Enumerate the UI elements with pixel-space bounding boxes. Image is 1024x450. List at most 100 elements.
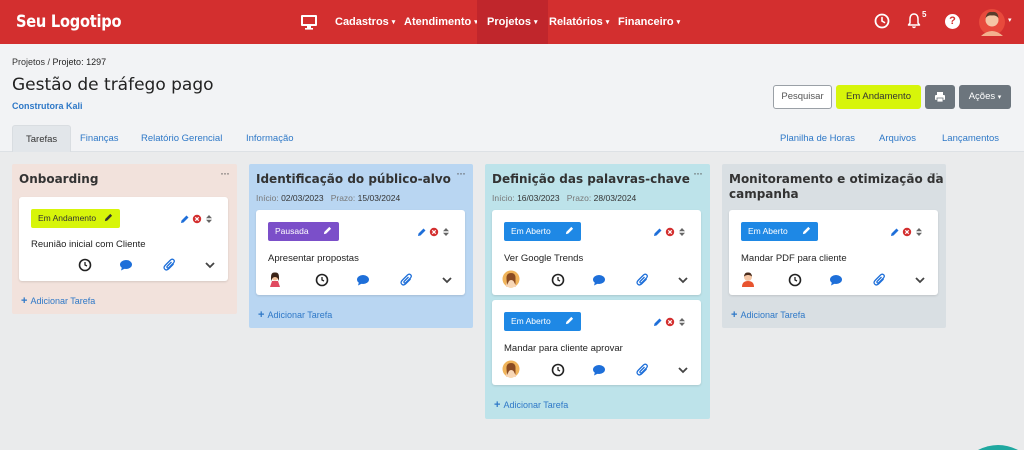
bell-icon[interactable] xyxy=(906,12,922,30)
clock-icon[interactable] xyxy=(551,273,565,287)
card-icon-row xyxy=(492,360,701,381)
edit-icon xyxy=(418,228,426,236)
kanban-board: Onboarding ··· Em Andamento Reunião inic… xyxy=(0,152,1024,450)
clock-icon[interactable] xyxy=(315,273,329,287)
task-card[interactable]: Em Aberto Mandar PDF para cliente xyxy=(729,210,938,295)
tab-lancamentos[interactable]: Lançamentos xyxy=(942,125,999,152)
column-menu-icon[interactable]: ··· xyxy=(693,166,703,180)
card-actions[interactable] xyxy=(890,227,924,237)
status-badge[interactable]: Em Andamento xyxy=(31,209,121,228)
sort-icon xyxy=(443,228,449,236)
breadcrumb-projetos[interactable]: Projetos xyxy=(12,57,45,67)
pencil-icon xyxy=(565,316,573,325)
status-badge[interactable]: Pausada xyxy=(268,222,339,241)
task-card[interactable]: Em Aberto Ver Google Trends xyxy=(492,210,701,295)
add-task-button[interactable]: + Adicionar Tarefa xyxy=(21,295,95,307)
tab-tarefas[interactable]: Tarefas xyxy=(12,125,72,152)
client-link[interactable]: Construtora Kali xyxy=(12,101,83,111)
chevron-down-icon[interactable] xyxy=(203,258,217,272)
tab-arquivos[interactable]: Arquivos xyxy=(879,125,916,152)
nav-projetos[interactable]: Projetos ▾ xyxy=(477,0,548,44)
assignee-avatar[interactable] xyxy=(502,270,520,288)
user-avatar[interactable] xyxy=(978,6,1006,38)
pencil-icon xyxy=(802,226,810,235)
assignee-avatar[interactable] xyxy=(739,270,757,288)
column-dates: Início: 16/03/2023 Prazo: 28/03/2024 xyxy=(492,193,637,203)
sort-icon xyxy=(916,228,922,236)
print-button[interactable] xyxy=(925,85,955,109)
paperclip-icon[interactable] xyxy=(163,258,177,272)
comment-icon[interactable] xyxy=(829,273,843,287)
task-name[interactable]: Apresentar propostas xyxy=(268,253,359,264)
task-name[interactable]: Ver Google Trends xyxy=(504,253,583,264)
notification-count: 5 xyxy=(922,10,927,19)
task-card[interactable]: Em Aberto Mandar para cliente aprovar xyxy=(492,300,701,385)
project-status-button[interactable]: Em Andamento xyxy=(836,85,921,109)
edit-icon xyxy=(891,228,899,236)
assignee-avatar[interactable] xyxy=(502,360,520,378)
paperclip-icon[interactable] xyxy=(873,273,887,287)
pencil-icon xyxy=(323,226,331,235)
chevron-down-icon[interactable] xyxy=(676,273,690,287)
column-menu-icon[interactable]: ··· xyxy=(929,166,939,180)
sort-icon xyxy=(679,318,685,326)
assignee-avatar[interactable] xyxy=(266,270,284,288)
task-name[interactable]: Reunião inicial com Cliente xyxy=(31,239,146,250)
comment-icon[interactable] xyxy=(592,273,606,287)
help-icon[interactable]: ? xyxy=(945,14,960,29)
tab-relatorio-gerencial[interactable]: Relatório Gerencial xyxy=(141,125,222,152)
tab-informacao[interactable]: Informação xyxy=(246,125,294,152)
pencil-icon xyxy=(565,226,573,235)
clock-icon[interactable] xyxy=(788,273,802,287)
clock-icon[interactable] xyxy=(874,13,890,29)
nav-financeiro[interactable]: Financeiro ▾ xyxy=(608,0,690,44)
desktop-icon[interactable] xyxy=(300,13,318,31)
logo[interactable]: Seu Logotipo xyxy=(16,12,121,32)
sort-icon xyxy=(206,215,212,223)
task-card[interactable]: Pausada Apresentar propostas xyxy=(256,210,465,295)
card-actions[interactable] xyxy=(180,214,214,224)
comment-icon[interactable] xyxy=(356,273,370,287)
chevron-down-icon[interactable] xyxy=(440,273,454,287)
search-button[interactable]: Pesquisar xyxy=(773,85,832,109)
kanban-column-identificacao: Identificação do público-alvo ··· Início… xyxy=(249,164,473,328)
chevron-down-icon[interactable] xyxy=(676,363,690,377)
chat-widget-icon[interactable] xyxy=(978,444,1018,450)
kanban-column-monitoramento: Monitoramento e otimização da campanha ··… xyxy=(722,164,946,328)
add-task-button[interactable]: + Adicionar Tarefa xyxy=(494,399,568,411)
card-icon-row xyxy=(256,270,465,291)
card-actions[interactable] xyxy=(417,227,451,237)
add-task-button[interactable]: + Adicionar Tarefa xyxy=(258,309,332,321)
card-icon-row xyxy=(19,258,228,276)
task-card[interactable]: Em Andamento Reunião inicial com Cliente xyxy=(19,197,228,281)
tab-planilha-de-horas[interactable]: Planilha de Horas xyxy=(780,125,855,152)
task-name[interactable]: Mandar para cliente aprovar xyxy=(504,343,623,354)
comment-icon[interactable] xyxy=(592,363,606,377)
status-badge[interactable]: Em Aberto xyxy=(504,222,581,241)
clock-icon[interactable] xyxy=(551,363,565,377)
status-badge[interactable]: Em Aberto xyxy=(504,312,581,331)
page-title: Gestão de tráfego pago xyxy=(12,75,214,95)
comment-icon[interactable] xyxy=(119,258,133,272)
nav-atendimento[interactable]: Atendimento ▾ xyxy=(394,0,488,44)
column-title: Identificação do público-alvo xyxy=(256,172,451,186)
clock-icon[interactable] xyxy=(78,258,92,272)
paperclip-icon[interactable] xyxy=(636,363,650,377)
kanban-column-onboarding: Onboarding ··· Em Andamento Reunião inic… xyxy=(12,164,237,314)
paperclip-icon[interactable] xyxy=(636,273,650,287)
card-icon-row xyxy=(492,270,701,291)
column-menu-icon[interactable]: ··· xyxy=(220,166,230,180)
edit-icon xyxy=(654,228,662,236)
column-menu-icon[interactable]: ··· xyxy=(456,166,466,180)
status-badge[interactable]: Em Aberto xyxy=(741,222,818,241)
actions-dropdown[interactable]: Ações ▾ xyxy=(959,85,1011,109)
chevron-down-icon[interactable] xyxy=(913,273,927,287)
card-actions[interactable] xyxy=(653,317,687,327)
tab-financas[interactable]: Finanças xyxy=(80,125,119,152)
user-menu-caret[interactable]: ▾ xyxy=(1008,16,1012,24)
card-actions[interactable] xyxy=(653,227,687,237)
add-task-button[interactable]: + Adicionar Tarefa xyxy=(731,309,805,321)
paperclip-icon[interactable] xyxy=(400,273,414,287)
task-name[interactable]: Mandar PDF para cliente xyxy=(741,253,847,264)
sort-icon xyxy=(679,228,685,236)
